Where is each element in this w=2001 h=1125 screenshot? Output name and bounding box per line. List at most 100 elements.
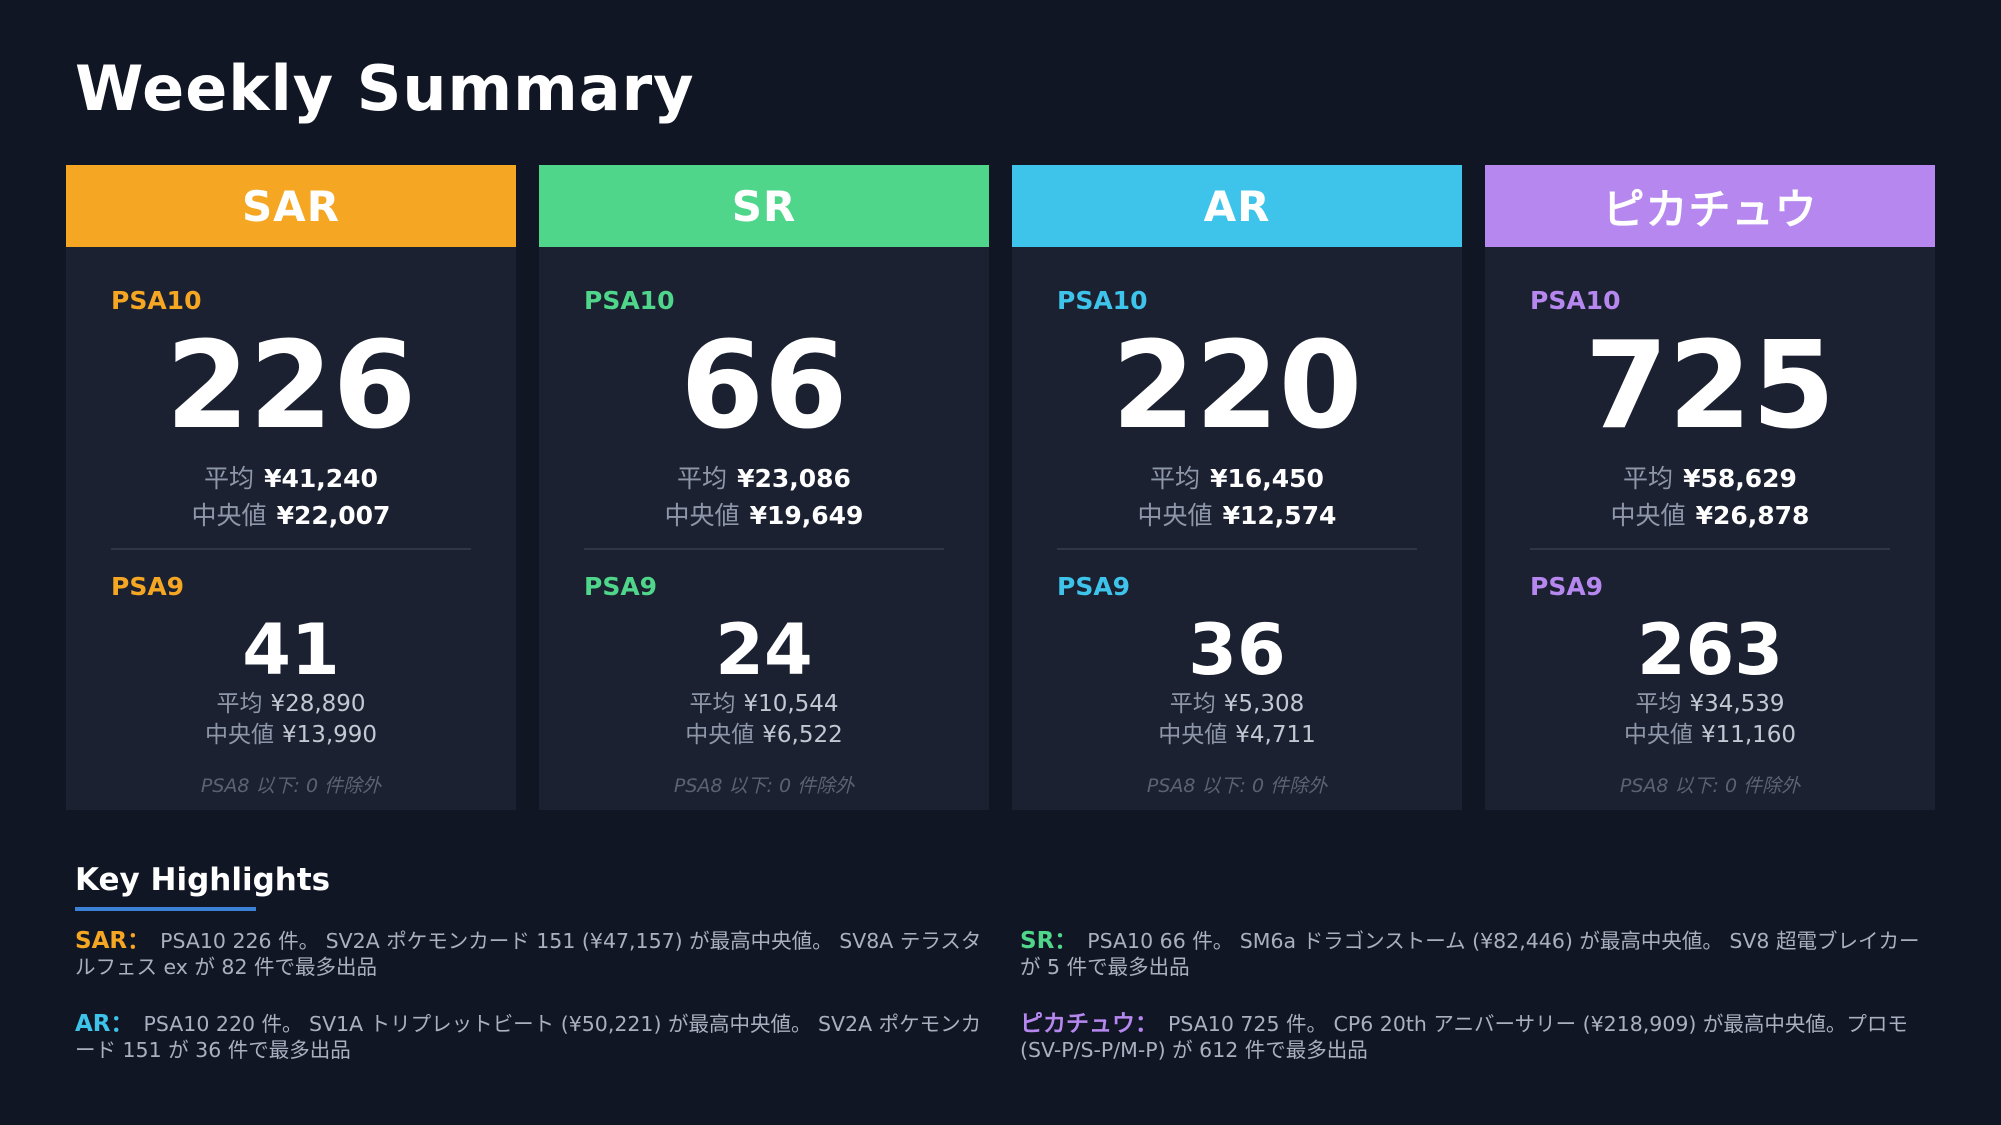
highlight-pikachu: ピカチュウ： PSA10 725 件。 CP6 20th アニバーサリー (¥21… xyxy=(1020,1011,1940,1063)
highlight-text: PSA10 226 件。 SV2A ポケモンカード 151 (¥47,157) … xyxy=(75,929,982,979)
median-value: ¥11,160 xyxy=(1700,722,1797,748)
median-label: 中央値 xyxy=(191,501,267,530)
highlight-sar: SAR： PSA10 226 件。 SV2A ポケモンカード 151 (¥47,1… xyxy=(75,928,995,980)
page-title: Weekly Summary xyxy=(75,52,695,125)
psa9-label: PSA9 xyxy=(1530,572,1604,601)
excluded-note: PSA8 以下: 0 件除外 xyxy=(1619,775,1801,797)
psa9-count: 41 xyxy=(242,609,340,691)
psa10-label: PSA10 xyxy=(1057,286,1148,315)
psa10-count: 226 xyxy=(165,317,417,456)
highlight-text: PSA10 220 件。 SV1A トリプレットビート (¥50,221) が最… xyxy=(75,1012,982,1062)
psa10-count: 220 xyxy=(1111,317,1363,456)
average-value: ¥28,890 xyxy=(270,691,366,717)
psa10-median: 中央値 ¥22,007 xyxy=(66,503,516,528)
excluded-note: PSA8 以下: 0 件除外 xyxy=(200,775,382,797)
highlights-underline xyxy=(75,907,256,911)
divider xyxy=(584,548,944,550)
card-header: SR xyxy=(539,165,989,247)
average-label: 平均 xyxy=(1635,691,1682,717)
highlight-sr: SR： PSA10 66 件。 SM6a ドラゴンストーム (¥82,446) が… xyxy=(1020,928,1940,980)
psa9-average: 平均 ¥34,539 xyxy=(1485,693,1935,716)
average-value: ¥41,240 xyxy=(264,464,378,493)
psa10-average: 平均 ¥16,450 xyxy=(1012,466,1462,491)
median-label: 中央値 xyxy=(1610,501,1686,530)
highlight-tag: AR： xyxy=(75,1011,134,1037)
psa10-average: 平均 ¥23,086 xyxy=(539,466,989,491)
card-sr: SR PSA10 66 平均 ¥23,086 中央値 ¥19,649 PSA9 24… xyxy=(539,165,989,810)
psa9-median: 中央値 ¥13,990 xyxy=(66,724,516,747)
weekly-summary-page: Weekly Summary SAR PSA10 226 平均 ¥41,240 中… xyxy=(0,0,2001,1125)
median-label: 中央値 xyxy=(685,722,755,748)
psa9-count: 24 xyxy=(715,609,813,691)
average-value: ¥5,308 xyxy=(1223,691,1305,717)
median-label: 中央値 xyxy=(1137,501,1213,530)
median-value: ¥4,711 xyxy=(1235,722,1316,748)
highlights-title: Key Highlights xyxy=(75,862,331,898)
excluded-note: PSA8 以下: 0 件除外 xyxy=(673,775,855,797)
psa9-count: 36 xyxy=(1188,609,1286,691)
psa9-average: 平均 ¥5,308 xyxy=(1012,693,1462,716)
psa9-count: 263 xyxy=(1636,609,1784,691)
summary-cards: SAR PSA10 226 平均 ¥41,240 中央値 ¥22,007 PSA9 … xyxy=(66,165,1935,810)
median-value: ¥6,522 xyxy=(762,722,843,748)
median-label: 中央値 xyxy=(1623,722,1693,748)
card-body: PSA10 226 平均 ¥41,240 中央値 ¥22,007 PSA9 41 平… xyxy=(66,247,516,810)
card-header: ピカチュウ xyxy=(1485,165,1935,247)
psa10-label: PSA10 xyxy=(1530,286,1621,315)
average-label: 平均 xyxy=(1150,464,1201,493)
median-label: 中央値 xyxy=(204,722,274,748)
average-label: 平均 xyxy=(1169,691,1216,717)
median-value: ¥22,007 xyxy=(276,501,391,530)
psa9-label: PSA9 xyxy=(584,572,658,601)
average-label: 平均 xyxy=(1623,464,1674,493)
psa9-average: 平均 ¥10,544 xyxy=(539,693,989,716)
psa9-median: 中央値 ¥11,160 xyxy=(1485,724,1935,747)
highlight-text: PSA10 66 件。 SM6a ドラゴンストーム (¥82,446) が最高中… xyxy=(1020,929,1920,979)
divider xyxy=(111,548,471,550)
average-value: ¥16,450 xyxy=(1210,464,1324,493)
average-value: ¥34,539 xyxy=(1689,691,1785,717)
psa10-count: 725 xyxy=(1584,317,1836,456)
divider xyxy=(1530,548,1890,550)
psa9-median: 中央値 ¥6,522 xyxy=(539,724,989,747)
average-label: 平均 xyxy=(216,691,263,717)
average-label: 平均 xyxy=(204,464,255,493)
card-body: PSA10 725 平均 ¥58,629 中央値 ¥26,878 PSA9 263 … xyxy=(1485,247,1935,810)
psa9-label: PSA9 xyxy=(111,572,185,601)
psa10-label: PSA10 xyxy=(584,286,675,315)
median-value: ¥19,649 xyxy=(749,501,864,530)
median-value: ¥26,878 xyxy=(1695,501,1810,530)
psa10-average: 平均 ¥58,629 xyxy=(1485,466,1935,491)
excluded-note: PSA8 以下: 0 件除外 xyxy=(1146,775,1328,797)
highlight-tag: SR： xyxy=(1020,928,1078,954)
psa10-median: 中央値 ¥12,574 xyxy=(1012,503,1462,528)
card-body: PSA10 66 平均 ¥23,086 中央値 ¥19,649 PSA9 24 平均… xyxy=(539,247,989,810)
average-label: 平均 xyxy=(689,691,736,717)
highlight-tag: SAR： xyxy=(75,928,151,954)
psa10-median: 中央値 ¥19,649 xyxy=(539,503,989,528)
median-label: 中央値 xyxy=(664,501,740,530)
psa9-label: PSA9 xyxy=(1057,572,1131,601)
divider xyxy=(1057,548,1417,550)
median-label: 中央値 xyxy=(1158,722,1228,748)
card-header: AR xyxy=(1012,165,1462,247)
median-value: ¥12,574 xyxy=(1222,501,1337,530)
card-body: PSA10 220 平均 ¥16,450 中央値 ¥12,574 PSA9 36 平… xyxy=(1012,247,1462,810)
average-label: 平均 xyxy=(677,464,728,493)
psa9-median: 中央値 ¥4,711 xyxy=(1012,724,1462,747)
average-value: ¥10,544 xyxy=(743,691,839,717)
card-pikachu: ピカチュウ PSA10 725 平均 ¥58,629 中央値 ¥26,878 PSA… xyxy=(1485,165,1935,810)
card-sar: SAR PSA10 226 平均 ¥41,240 中央値 ¥22,007 PSA9 … xyxy=(66,165,516,810)
highlight-tag: ピカチュウ： xyxy=(1020,1011,1158,1037)
card-header: SAR xyxy=(66,165,516,247)
psa10-median: 中央値 ¥26,878 xyxy=(1485,503,1935,528)
card-ar: AR PSA10 220 平均 ¥16,450 中央値 ¥12,574 PSA9 3… xyxy=(1012,165,1462,810)
psa9-average: 平均 ¥28,890 xyxy=(66,693,516,716)
average-value: ¥58,629 xyxy=(1683,464,1797,493)
highlight-ar: AR： PSA10 220 件。 SV1A トリプレットビート (¥50,221)… xyxy=(75,1011,995,1063)
psa10-count: 66 xyxy=(680,317,848,456)
psa10-average: 平均 ¥41,240 xyxy=(66,466,516,491)
average-value: ¥23,086 xyxy=(737,464,851,493)
median-value: ¥13,990 xyxy=(281,722,378,748)
psa10-label: PSA10 xyxy=(111,286,202,315)
